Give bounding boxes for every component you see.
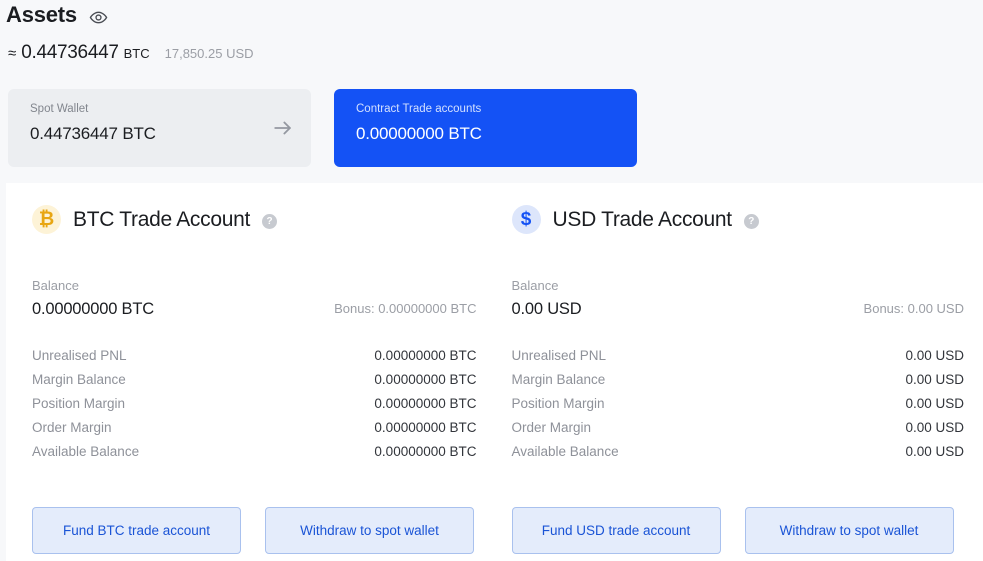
btc-trade-account-section: ₿ BTC Trade Account ? Balance 0.00000000… (6, 183, 495, 554)
stat-value: 0.00000000 BTC (374, 420, 477, 435)
stat-label: Unrealised PNL (32, 348, 127, 363)
btc-stats-list: Unrealised PNL 0.00000000 BTC Margin Bal… (32, 348, 477, 468)
stat-label: Margin Balance (32, 372, 126, 387)
bitcoin-icon: ₿ (32, 205, 61, 234)
usd-account-title: USD Trade Account (552, 207, 733, 231)
stat-value: 0.00000000 BTC (374, 348, 477, 363)
table-row: Unrealised PNL 0.00000000 BTC (32, 348, 477, 372)
trade-accounts-panel: ₿ BTC Trade Account ? Balance 0.00000000… (0, 182, 983, 561)
stat-label: Position Margin (32, 396, 126, 411)
dollar-icon: $ (511, 205, 541, 234)
trade-account-columns: ₿ BTC Trade Account ? Balance 0.00000000… (6, 183, 983, 554)
btc-balance-label: Balance (32, 278, 79, 293)
table-row: Available Balance 0.00 USD (512, 444, 965, 468)
stat-label: Order Margin (32, 420, 112, 435)
usd-balance-label: Balance (511, 278, 559, 293)
help-icon[interactable]: ? (262, 214, 277, 229)
btc-action-buttons: Fund BTC trade account Withdraw to spot … (32, 507, 477, 554)
approx-symbol: ≈ (8, 45, 17, 62)
btc-balance-value: 0.00000000 BTC (32, 300, 154, 318)
stat-value: 0.00000000 BTC (374, 372, 477, 387)
total-assets: ≈ 0.44736447 BTC 17,850.25 USD (8, 42, 254, 64)
spot-wallet-balance: 0.44736447 BTC (30, 124, 156, 143)
usd-bonus: Bonus: 0.00 USD (863, 301, 964, 316)
stat-value: 0.00 USD (905, 348, 964, 363)
table-row: Order Margin 0.00 USD (512, 420, 965, 444)
arrow-right-icon[interactable] (272, 117, 294, 139)
usd-action-buttons: Fund USD trade account Withdraw to spot … (511, 507, 965, 554)
stat-label: Order Margin (511, 420, 592, 435)
assets-page: Assets ≈ 0.44736447 BTC 17,850.25 USD Sp… (0, 0, 983, 561)
stat-value: 0.00 USD (905, 372, 964, 387)
wallet-card-list: Spot Wallet 0.44736447 BTC Contract Trad… (8, 89, 637, 167)
trade-accounts-panel-inner: ₿ BTC Trade Account ? Balance 0.00000000… (6, 183, 983, 561)
page-title: Assets (6, 2, 77, 27)
total-usd-value: 17,850.25 USD (164, 46, 254, 61)
usd-trade-account-section: $ USD Trade Account ? Balance 0.00 USD B… (495, 183, 983, 554)
contract-trade-accounts-card[interactable]: Contract Trade accounts 0.00000000 BTC (334, 89, 637, 167)
btc-account-title: BTC Trade Account (73, 207, 250, 231)
usd-withdraw-to-spot-wallet-button[interactable]: Withdraw to spot wallet (744, 507, 954, 554)
assets-header: Assets (6, 0, 108, 30)
stat-value: 0.00000000 BTC (374, 444, 477, 459)
fund-usd-trade-account-button[interactable]: Fund USD trade account (511, 507, 721, 554)
help-icon[interactable]: ? (743, 214, 759, 229)
eye-icon[interactable] (89, 8, 108, 27)
stat-label: Available Balance (511, 444, 619, 459)
btc-balance-block: Balance 0.00000000 BTC (32, 277, 154, 321)
usd-account-header: $ USD Trade Account ? (511, 183, 965, 234)
table-row: Available Balance 0.00000000 BTC (32, 444, 477, 468)
stat-value: 0.00 USD (905, 444, 964, 459)
table-row: Position Margin 0.00 USD (512, 396, 965, 420)
table-row: Position Margin 0.00000000 BTC (32, 396, 477, 420)
table-row: Unrealised PNL 0.00 USD (512, 348, 965, 372)
stat-label: Position Margin (511, 396, 605, 411)
stat-label: Available Balance (32, 444, 140, 459)
stat-label: Unrealised PNL (511, 348, 607, 363)
btc-bonus: Bonus: 0.00000000 BTC (334, 301, 477, 316)
stat-value: 0.00000000 BTC (374, 396, 477, 411)
fund-btc-trade-account-button[interactable]: Fund BTC trade account (32, 507, 241, 554)
stat-value: 0.00 USD (905, 420, 964, 435)
btc-withdraw-to-spot-wallet-button[interactable]: Withdraw to spot wallet (265, 507, 474, 554)
table-row: Order Margin 0.00000000 BTC (32, 420, 477, 444)
stat-label: Margin Balance (511, 372, 606, 387)
contract-accounts-label: Contract Trade accounts (356, 103, 482, 115)
spot-wallet-card[interactable]: Spot Wallet 0.44736447 BTC (8, 89, 311, 167)
total-btc-amount: 0.44736447 (21, 42, 119, 63)
usd-stats-list: Unrealised PNL 0.00 USD Margin Balance 0… (512, 348, 965, 468)
table-row: Margin Balance 0.00000000 BTC (32, 372, 477, 396)
usd-balance-value: 0.00 USD (511, 300, 582, 318)
contract-accounts-balance: 0.00000000 BTC (356, 124, 482, 143)
stat-value: 0.00 USD (905, 396, 964, 411)
btc-balance-row: Balance 0.00000000 BTC Bonus: 0.00000000… (32, 277, 477, 321)
assets-summary-band: Assets ≈ 0.44736447 BTC 17,850.25 USD Sp… (0, 0, 983, 182)
spot-wallet-label: Spot Wallet (30, 103, 89, 115)
total-btc-unit: BTC (123, 46, 150, 61)
usd-balance-block: Balance 0.00 USD (512, 277, 582, 321)
table-row: Margin Balance 0.00 USD (512, 372, 965, 396)
btc-account-header: ₿ BTC Trade Account ? (32, 183, 477, 234)
usd-balance-row: Balance 0.00 USD Bonus: 0.00 USD (512, 277, 965, 321)
